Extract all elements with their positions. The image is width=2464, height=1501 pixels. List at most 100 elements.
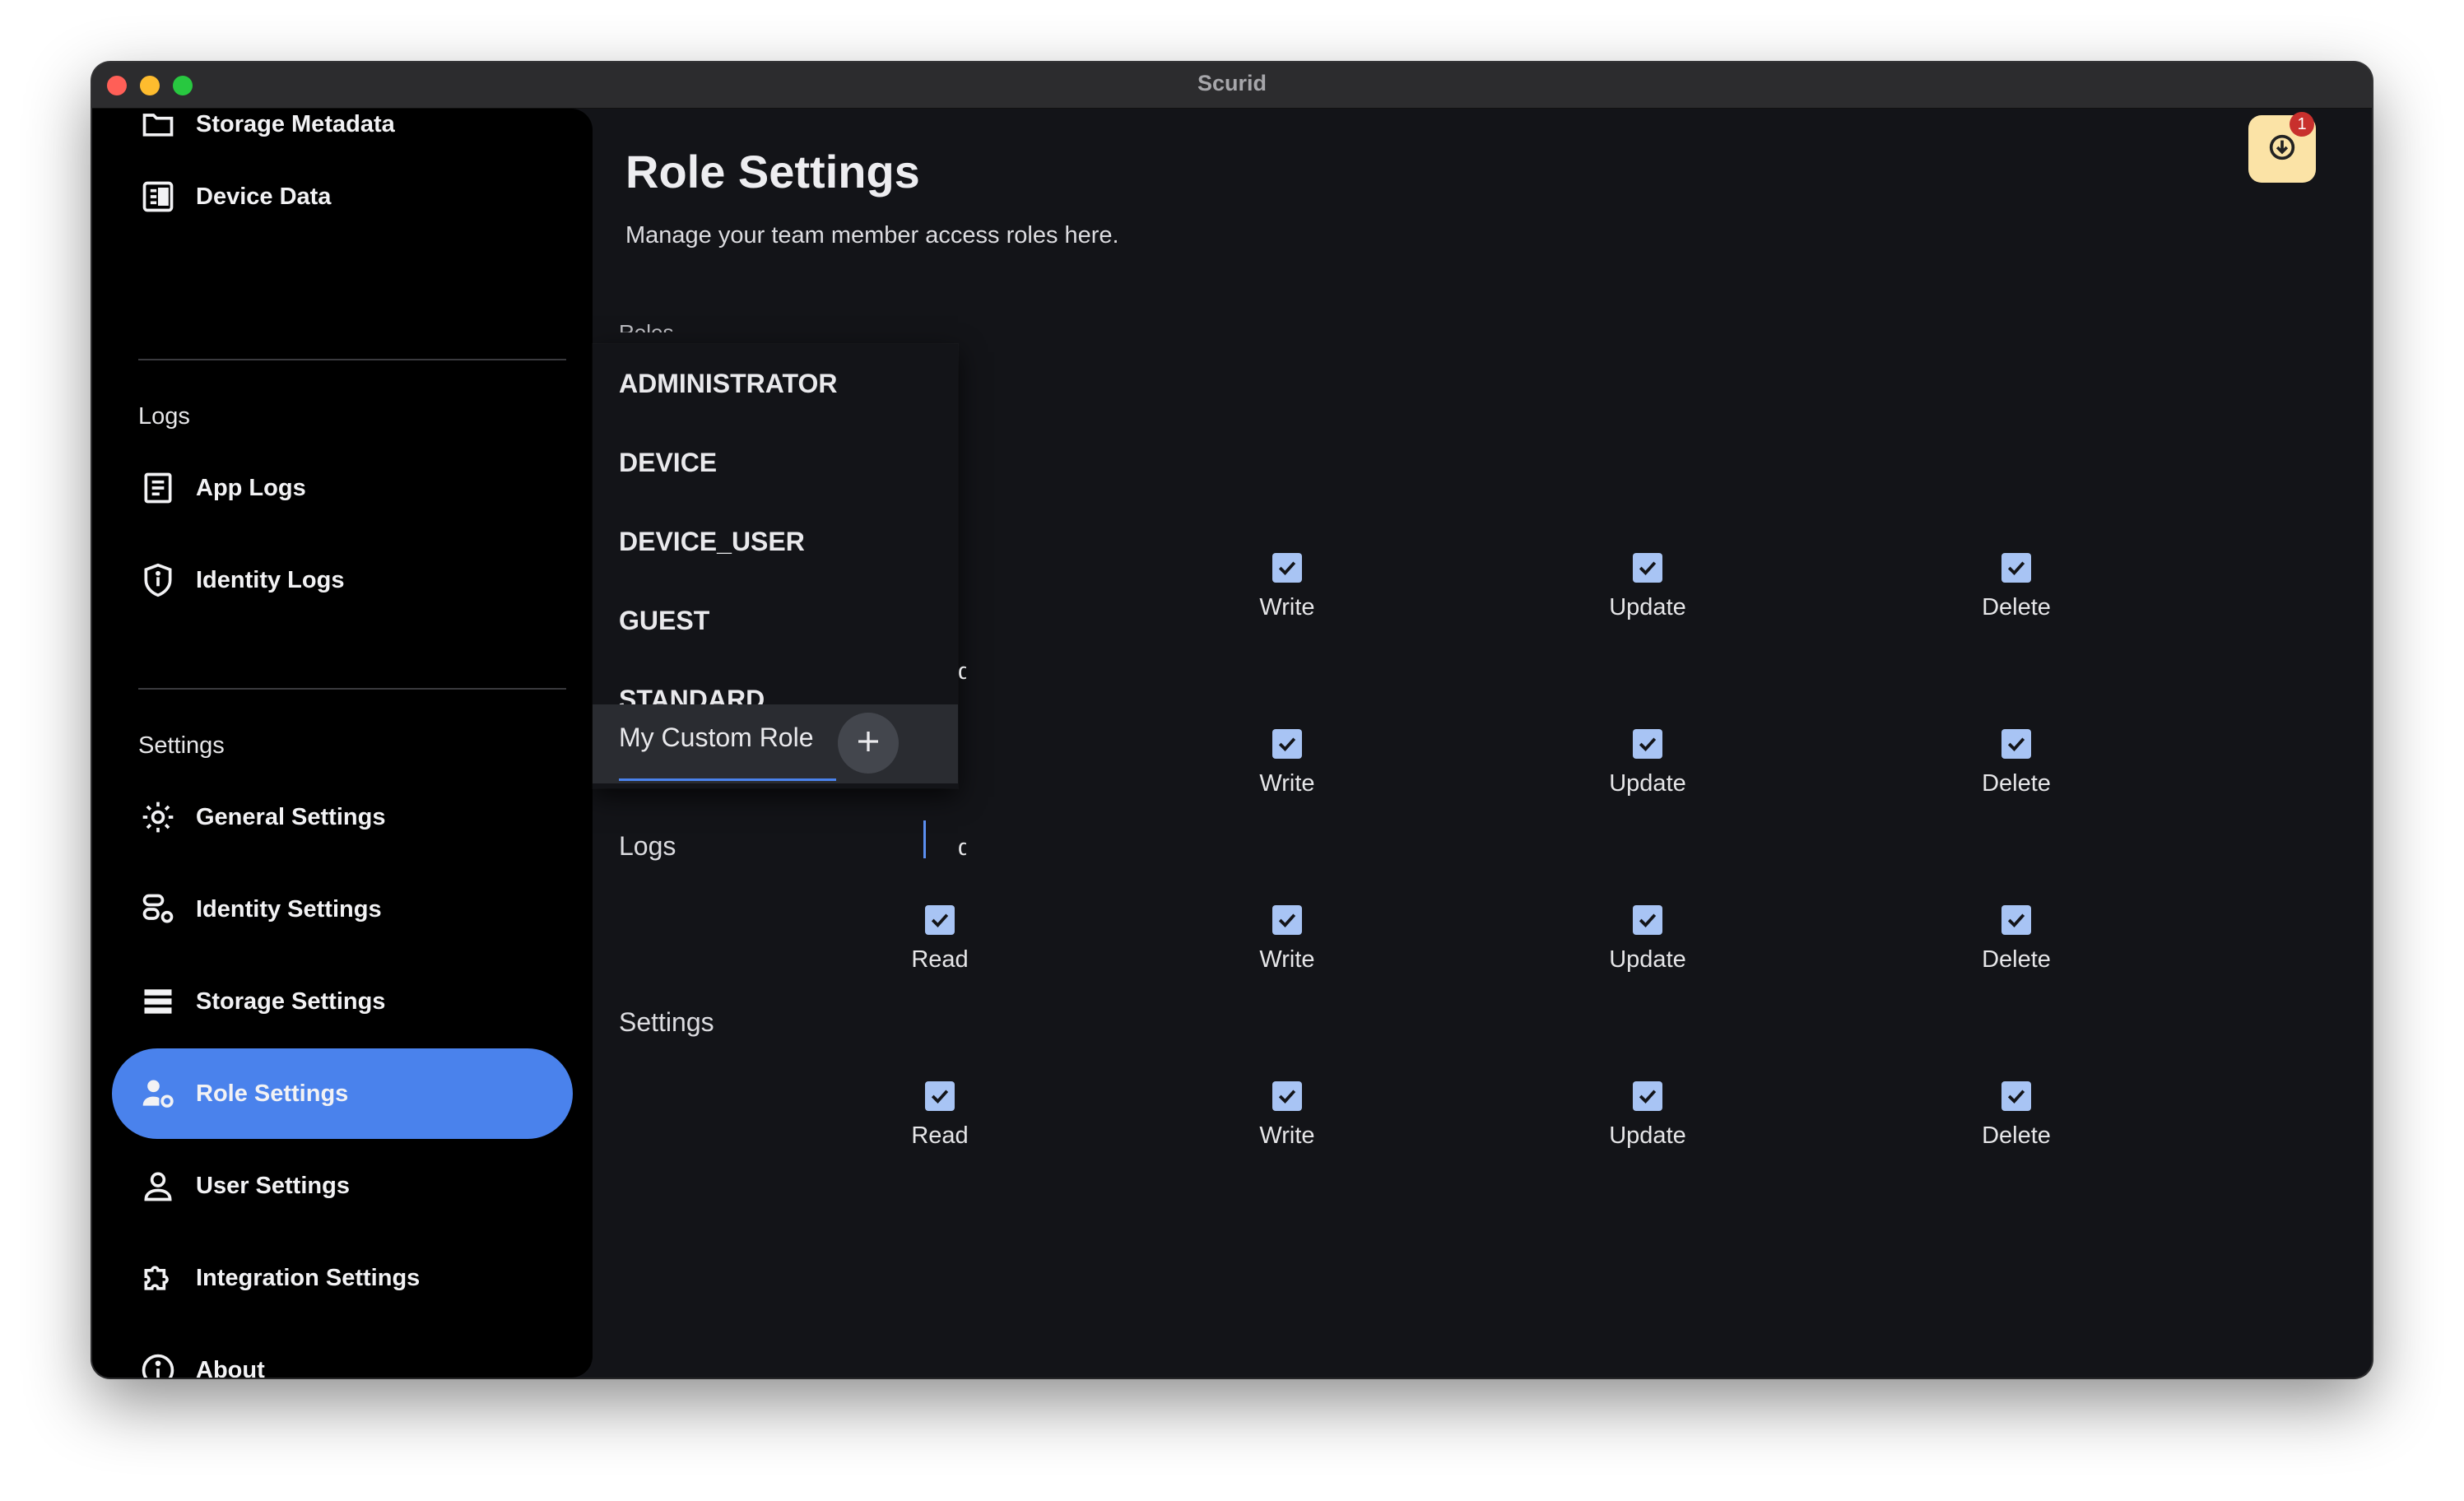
role-option-device[interactable]: DEVICE [593,423,958,502]
sidebar-item-label: Role Settings [196,1080,349,1107]
sidebar-item-label: Device Data [196,183,332,210]
gear-icon [138,797,178,837]
checkbox[interactable] [925,905,955,935]
sidebar-item-label: About [196,1356,265,1378]
permission-label: Write [1259,1122,1315,1149]
checkbox[interactable] [1633,729,1662,759]
permission-update[interactable]: Update [1557,905,1738,979]
sidebar-item-general-settings[interactable]: General Settings [112,772,573,862]
permission-label: Update [1609,770,1686,797]
permission-write[interactable]: Write [1197,553,1378,627]
text-cursor [923,820,926,858]
sidebar-divider [138,359,566,360]
sidebar-item-about[interactable]: About [112,1325,573,1378]
add-role-button[interactable] [838,713,899,774]
page-title: Role Settings [625,146,920,198]
checkbox[interactable] [2001,905,2031,935]
sidebar-item-device-data[interactable]: Device Data [112,151,573,242]
permission-read[interactable]: Read [849,1081,1030,1155]
app-window: Scurid Storage Metadata Device Data Logs… [92,63,2372,1378]
permission-label: Delete [1982,770,2051,797]
checkbox[interactable] [1272,729,1302,759]
page-subtitle: Manage your team member access roles her… [625,222,1119,249]
permission-delete[interactable]: Delete [1926,729,2107,803]
permission-label: Write [1259,770,1315,797]
sidebar-item-label: Storage Settings [196,988,386,1015]
permission-label: Update [1609,946,1686,973]
permission-write[interactable]: Write [1197,905,1378,979]
device-data-icon [138,177,178,216]
checkbox[interactable] [2001,729,2031,759]
permission-update[interactable]: Update [1557,553,1738,627]
role-option-guest[interactable]: GUEST [593,581,958,660]
puzzle-icon [138,1258,178,1298]
sidebar-section-settings: Settings [138,732,225,759]
notification-badge: 1 [2290,112,2314,137]
sidebar-item-identity-logs[interactable]: Identity Logs [112,535,573,625]
app-logs-icon [138,468,178,508]
checkbox[interactable] [1633,905,1662,935]
sidebar-item-storage-settings[interactable]: Storage Settings [112,956,573,1047]
sidebar-item-label: User Settings [196,1172,350,1199]
permission-label: Delete [1982,946,2051,973]
permission-read-peek: d [958,658,966,685]
info-icon [138,1350,178,1378]
permission-delete[interactable]: Delete [1926,905,2107,979]
permission-label: Delete [1982,594,2051,620]
permission-label: Update [1609,594,1686,620]
sidebar-item-role-settings[interactable]: Role Settings [112,1048,573,1139]
sidebar-item-label: App Logs [196,474,306,501]
sidebar: Storage Metadata Device Data Logs App Lo… [92,109,593,1378]
permission-write[interactable]: Write [1197,1081,1378,1155]
sidebar-item-identity-settings[interactable]: Identity Settings [112,864,573,955]
new-role-input[interactable]: My Custom Role [619,723,814,753]
sidebar-item-app-logs[interactable]: App Logs [112,443,573,533]
role-option-administrator[interactable]: ADMINISTRATOR [593,344,958,423]
checkbox[interactable] [1633,1081,1662,1111]
permission-group-logs: Logs [619,831,676,861]
checkbox[interactable] [2001,1081,2031,1111]
download-circle-icon [2266,131,2299,168]
checkbox[interactable] [925,1081,955,1111]
permission-label: Read [911,946,969,973]
permission-label: Update [1609,1122,1686,1149]
checkbox[interactable] [2001,553,2031,583]
checkbox[interactable] [1272,1081,1302,1111]
sidebar-item-user-settings[interactable]: User Settings [112,1141,573,1231]
shield-icon [138,560,178,600]
permission-group-settings: Settings [619,1007,714,1037]
sidebar-item-label: Identity Settings [196,895,382,922]
checkbox[interactable] [1272,553,1302,583]
identity-settings-icon [138,890,178,929]
permission-read[interactable]: Read [849,905,1030,979]
folder-icon [138,105,178,144]
sidebar-item-label: Integration Settings [196,1264,421,1291]
permission-label: Write [1259,946,1315,973]
storage-icon [138,982,178,1021]
permission-label: Write [1259,594,1315,620]
checkbox[interactable] [1633,553,1662,583]
permission-delete[interactable]: Delete [1926,1081,2107,1155]
sidebar-item-label: Storage Metadata [196,110,395,137]
sidebar-item-integration-settings[interactable]: Integration Settings [112,1233,573,1323]
sidebar-section-logs: Logs [138,403,190,430]
sidebar-item-label: General Settings [196,803,386,830]
new-role-row: My Custom Role [593,704,958,783]
user-icon [138,1166,178,1206]
permission-update[interactable]: Update [1557,1081,1738,1155]
role-settings-icon [138,1074,178,1113]
input-underline [619,778,836,781]
permission-delete[interactable]: Delete [1926,553,2107,627]
permission-update[interactable]: Update [1557,729,1738,803]
roles-select-label: Roles [619,320,674,332]
permission-label: Read [911,1122,969,1149]
role-option-device-user[interactable]: DEVICE_USER [593,502,958,581]
permission-label: Delete [1982,1122,2051,1149]
permission-write[interactable]: Write [1197,729,1378,803]
sidebar-item-label: Identity Logs [196,566,345,593]
roles-dropdown: ADMINISTRATOR DEVICE DEVICE_USER GUEST S… [593,344,958,788]
plus-icon [853,727,883,760]
checkbox[interactable] [1272,905,1302,935]
permission-read-peek: d [958,834,966,861]
sidebar-divider [138,688,566,690]
